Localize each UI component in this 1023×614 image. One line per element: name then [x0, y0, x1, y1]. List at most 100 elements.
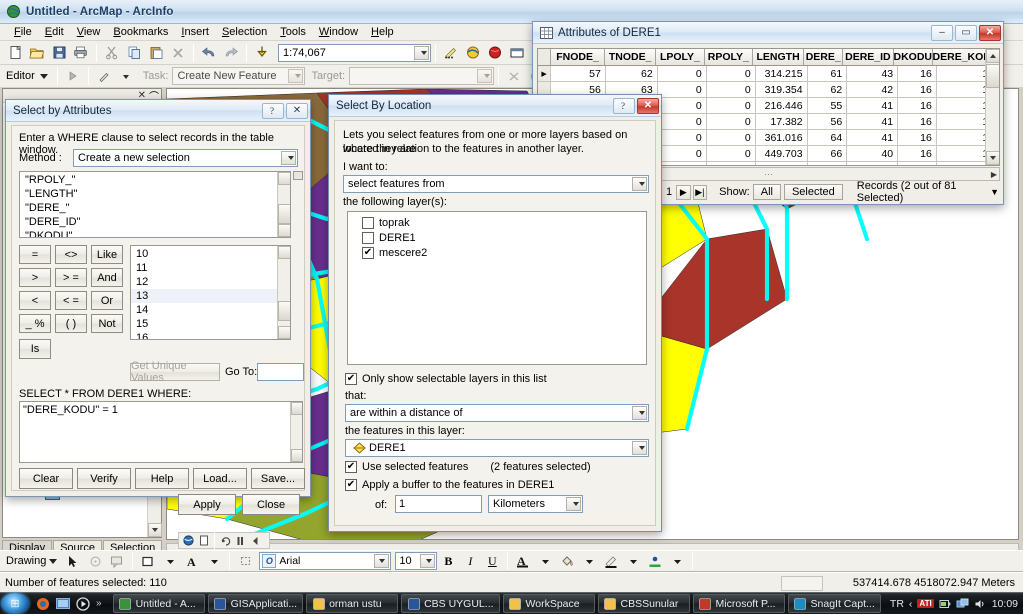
- table-cell[interactable]: 0: [657, 130, 707, 146]
- where-clause-scrollbar[interactable]: [290, 402, 302, 462]
- table-cell[interactable]: 361.016: [755, 130, 808, 146]
- operator-button[interactable]: Not: [91, 314, 123, 333]
- drawing-menu-label[interactable]: Drawing: [6, 555, 46, 567]
- table-cell[interactable]: 16: [898, 98, 937, 114]
- font-size-combo[interactable]: 10: [395, 552, 438, 570]
- close-button[interactable]: Close: [242, 494, 300, 515]
- operator-button[interactable]: Or: [91, 291, 123, 310]
- model-builder-icon[interactable]: [484, 43, 506, 63]
- chevron-down-icon[interactable]: [39, 73, 48, 79]
- show-selected-button[interactable]: Selected: [783, 184, 843, 200]
- table-cell[interactable]: 0: [706, 130, 756, 146]
- table-cell[interactable]: 0: [706, 114, 756, 130]
- table-cell[interactable]: 0: [657, 114, 707, 130]
- menu-item-help[interactable]: Help: [365, 25, 401, 39]
- menu-item-file[interactable]: File: [8, 25, 39, 39]
- chevron-down-icon[interactable]: [420, 554, 436, 568]
- select-by-location-titlebar[interactable]: Select By Location ? ✕: [329, 95, 661, 117]
- firefox-icon[interactable]: [35, 596, 51, 612]
- close-button[interactable]: ✕: [286, 102, 308, 119]
- delete-x-icon[interactable]: [167, 43, 189, 63]
- stop-drawing-icon[interactable]: [248, 534, 263, 548]
- table-cell[interactable]: 40: [847, 146, 899, 162]
- table-cell[interactable]: 16: [898, 66, 937, 82]
- close-button[interactable]: ✕: [979, 24, 1001, 41]
- unique-value-item[interactable]: 13: [131, 289, 290, 303]
- table-cell[interactable]: 49: [808, 162, 848, 165]
- close-button[interactable]: ✕: [637, 97, 659, 114]
- goto-input[interactable]: [257, 363, 304, 381]
- layer-checkbox-list[interactable]: toprak DERE1 ✔ mescere2: [347, 211, 647, 365]
- record-number[interactable]: 1: [666, 186, 672, 198]
- source-layer-combo[interactable]: DERE1: [345, 439, 649, 457]
- table-cell[interactable]: 66: [807, 146, 848, 162]
- help-button[interactable]: ?: [262, 102, 284, 119]
- field-list[interactable]: "RPOLY_""LENGTH""DERE_""DERE_ID""DKODU""…: [19, 171, 291, 238]
- fill-bucket-dropdown-icon[interactable]: [578, 551, 600, 571]
- page-layout-icon[interactable]: [196, 534, 211, 548]
- table-cell[interactable]: 0: [657, 98, 707, 114]
- nudge-icon[interactable]: [234, 551, 256, 571]
- sketch-tool-icon[interactable]: [93, 66, 115, 86]
- scroll-down-arrow-icon[interactable]: [148, 523, 162, 537]
- redo-icon[interactable]: [220, 43, 242, 63]
- column-header-rpoly[interactable]: RPOLY_: [704, 49, 753, 65]
- minimize-button[interactable]: –: [931, 24, 953, 41]
- font-name-combo[interactable]: O Arial: [259, 552, 392, 570]
- field-list-item[interactable]: "DERE_ID": [20, 215, 290, 229]
- table-cell[interactable]: 57: [551, 66, 606, 82]
- help-button[interactable]: ?: [613, 97, 635, 114]
- split-tool-icon[interactable]: [503, 66, 525, 86]
- menu-item-bookmarks[interactable]: Bookmarks: [107, 25, 175, 39]
- unique-value-item[interactable]: 11: [131, 261, 290, 275]
- table-cell[interactable]: 42: [847, 82, 899, 98]
- refresh-icon[interactable]: [218, 534, 233, 548]
- chevron-down-icon[interactable]: [374, 554, 390, 568]
- save-button[interactable]: Save...: [251, 468, 305, 489]
- taskbar-clock[interactable]: 10:09: [992, 598, 1018, 610]
- operator-is-button[interactable]: Is: [19, 339, 51, 359]
- table-cell[interactable]: 41: [847, 130, 899, 146]
- field-list-item[interactable]: "LENGTH": [20, 187, 290, 201]
- operator-button[interactable]: =: [19, 245, 51, 264]
- fill-color-icon[interactable]: [137, 551, 159, 571]
- operator-button[interactable]: ( ): [55, 314, 87, 333]
- paste-icon[interactable]: [145, 43, 167, 63]
- operator-button[interactable]: >: [19, 268, 51, 287]
- layer-checkbox[interactable]: [362, 232, 374, 244]
- table-cell[interactable]: 64: [807, 130, 848, 146]
- scrollbar-thumb[interactable]: [986, 64, 999, 88]
- maximize-button[interactable]: ▭: [955, 24, 977, 41]
- table-cell[interactable]: 0: [706, 146, 756, 162]
- new-document-icon[interactable]: [4, 43, 26, 63]
- next-record-button[interactable]: ▶: [676, 184, 691, 200]
- marker-color-dropdown-icon[interactable]: [666, 551, 688, 571]
- taskbar-item[interactable]: Microsoft P...: [692, 594, 785, 613]
- unique-value-item[interactable]: 14: [131, 303, 290, 317]
- table-cell[interactable]: 43: [847, 66, 899, 82]
- method-combo[interactable]: Create a new selection: [73, 149, 298, 167]
- where-clause-textarea[interactable]: "DERE_KODU" = 1: [19, 401, 303, 463]
- operator-button[interactable]: And: [91, 268, 123, 287]
- menu-item-edit[interactable]: Edit: [39, 25, 71, 39]
- fill-color-dropdown-icon[interactable]: [159, 551, 181, 571]
- language-indicator[interactable]: TR: [890, 598, 904, 610]
- table-cell[interactable]: 55: [807, 98, 848, 114]
- arctoolbox-icon[interactable]: [462, 43, 484, 63]
- copy-icon[interactable]: [123, 43, 145, 63]
- scroll-down-arrow-icon[interactable]: [278, 224, 290, 237]
- fill-bucket-icon[interactable]: [556, 551, 578, 571]
- use-selected-features-checkbox[interactable]: ✔: [345, 461, 357, 473]
- scroll-up-arrow-icon[interactable]: [291, 402, 302, 415]
- field-list-scrollbar[interactable]: [277, 172, 290, 237]
- quick-launch-chevron-icon[interactable]: »: [96, 598, 102, 609]
- globe-full-extent-icon[interactable]: [181, 534, 196, 548]
- text-color-icon[interactable]: A: [512, 551, 534, 571]
- column-header-lpoly[interactable]: LPOLY_: [656, 49, 705, 65]
- unique-value-item[interactable]: 16: [131, 331, 290, 339]
- table-cell[interactable]: 16: [898, 82, 937, 98]
- font-color-icon[interactable]: A: [181, 551, 203, 571]
- apply-button[interactable]: Apply: [178, 494, 236, 515]
- undo-icon[interactable]: [198, 43, 220, 63]
- chevron-down-icon[interactable]: [281, 151, 296, 165]
